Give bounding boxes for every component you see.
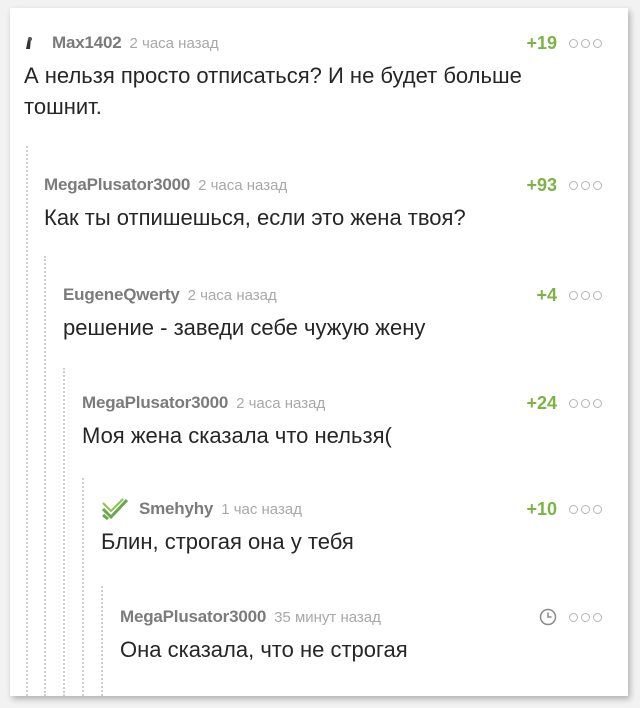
green-checkmark-avatar-icon[interactable] xyxy=(101,498,133,521)
comment-username[interactable]: MegaPlusator3000 xyxy=(120,607,266,627)
comment-username[interactable]: Smehyhy xyxy=(139,499,213,519)
comment-text: Она сказала, что не строгая xyxy=(120,637,408,662)
comment-rating: +24 xyxy=(526,392,557,413)
comment-username[interactable]: EugeneQwerty xyxy=(63,285,180,305)
comment-header: Max1402 2 часа назад +19 xyxy=(24,30,602,56)
more-options-icon[interactable] xyxy=(569,290,602,300)
comment-rating: +10 xyxy=(526,498,557,519)
comment-text: Как ты отпишешься, если это жена твоя? xyxy=(44,205,466,230)
comment-header: MegaPlusator3000 35 минут назад xyxy=(120,604,602,630)
comment-header: EugeneQwerty 2 часа назад +4 xyxy=(63,282,602,308)
comment: Max1402 2 часа назад +19 А нельзя просто… xyxy=(24,30,602,122)
thread-line[interactable] xyxy=(63,368,65,696)
more-options-icon[interactable] xyxy=(569,38,602,48)
comment-text: решение - заведи себе чужую жену xyxy=(63,315,426,340)
thread-line[interactable] xyxy=(26,146,28,696)
comment-rating: +4 xyxy=(536,284,557,305)
thread-line[interactable] xyxy=(82,478,84,696)
thread-line[interactable] xyxy=(101,586,103,696)
comment-time[interactable]: 2 часа назад xyxy=(188,287,277,304)
comment-time[interactable]: 1 час назад xyxy=(221,501,302,518)
comment: EugeneQwerty 2 часа назад +4 решение - з… xyxy=(63,282,602,343)
comment: Smehyhy 1 час назад +10 Блин, строгая он… xyxy=(101,496,602,557)
comment: MegaPlusator3000 2 часа назад +93 Как ты… xyxy=(44,172,602,233)
more-options-icon[interactable] xyxy=(569,504,602,514)
more-options-icon[interactable] xyxy=(569,180,602,190)
clock-icon[interactable] xyxy=(539,608,557,626)
comment-header: MegaPlusator3000 2 часа назад +24 xyxy=(82,390,602,416)
comment-text: Блин, строгая она у тебя xyxy=(101,529,354,554)
comment-username[interactable]: MegaPlusator3000 xyxy=(82,393,228,413)
comments-card: Max1402 2 часа назад +19 А нельзя просто… xyxy=(10,8,628,696)
comment-time[interactable]: 2 часа назад xyxy=(236,395,325,412)
small-user-avatar-icon[interactable] xyxy=(24,32,46,54)
more-options-icon[interactable] xyxy=(569,398,602,408)
comment-text: А нельзя просто отписаться? И не будет б… xyxy=(24,63,522,119)
more-options-icon[interactable] xyxy=(569,612,602,622)
comment: MegaPlusator3000 35 минут назад Она сказ… xyxy=(120,604,602,665)
thread-line[interactable] xyxy=(44,256,46,696)
comment-username[interactable]: MegaPlusator3000 xyxy=(44,175,190,195)
comment-username[interactable]: Max1402 xyxy=(52,33,122,53)
comment-header: Smehyhy 1 час назад +10 xyxy=(101,496,602,522)
comment-time[interactable]: 2 часа назад xyxy=(198,177,287,194)
comment-time[interactable]: 35 минут назад xyxy=(274,609,381,626)
comment: MegaPlusator3000 2 часа назад +24 Моя же… xyxy=(82,390,602,451)
comment-time[interactable]: 2 часа назад xyxy=(130,35,219,52)
comment-header: MegaPlusator3000 2 часа назад +93 xyxy=(44,172,602,198)
comment-rating: +93 xyxy=(526,174,557,195)
comment-text: Моя жена сказала что нельзя( xyxy=(82,423,392,448)
comment-rating: +19 xyxy=(526,32,557,53)
